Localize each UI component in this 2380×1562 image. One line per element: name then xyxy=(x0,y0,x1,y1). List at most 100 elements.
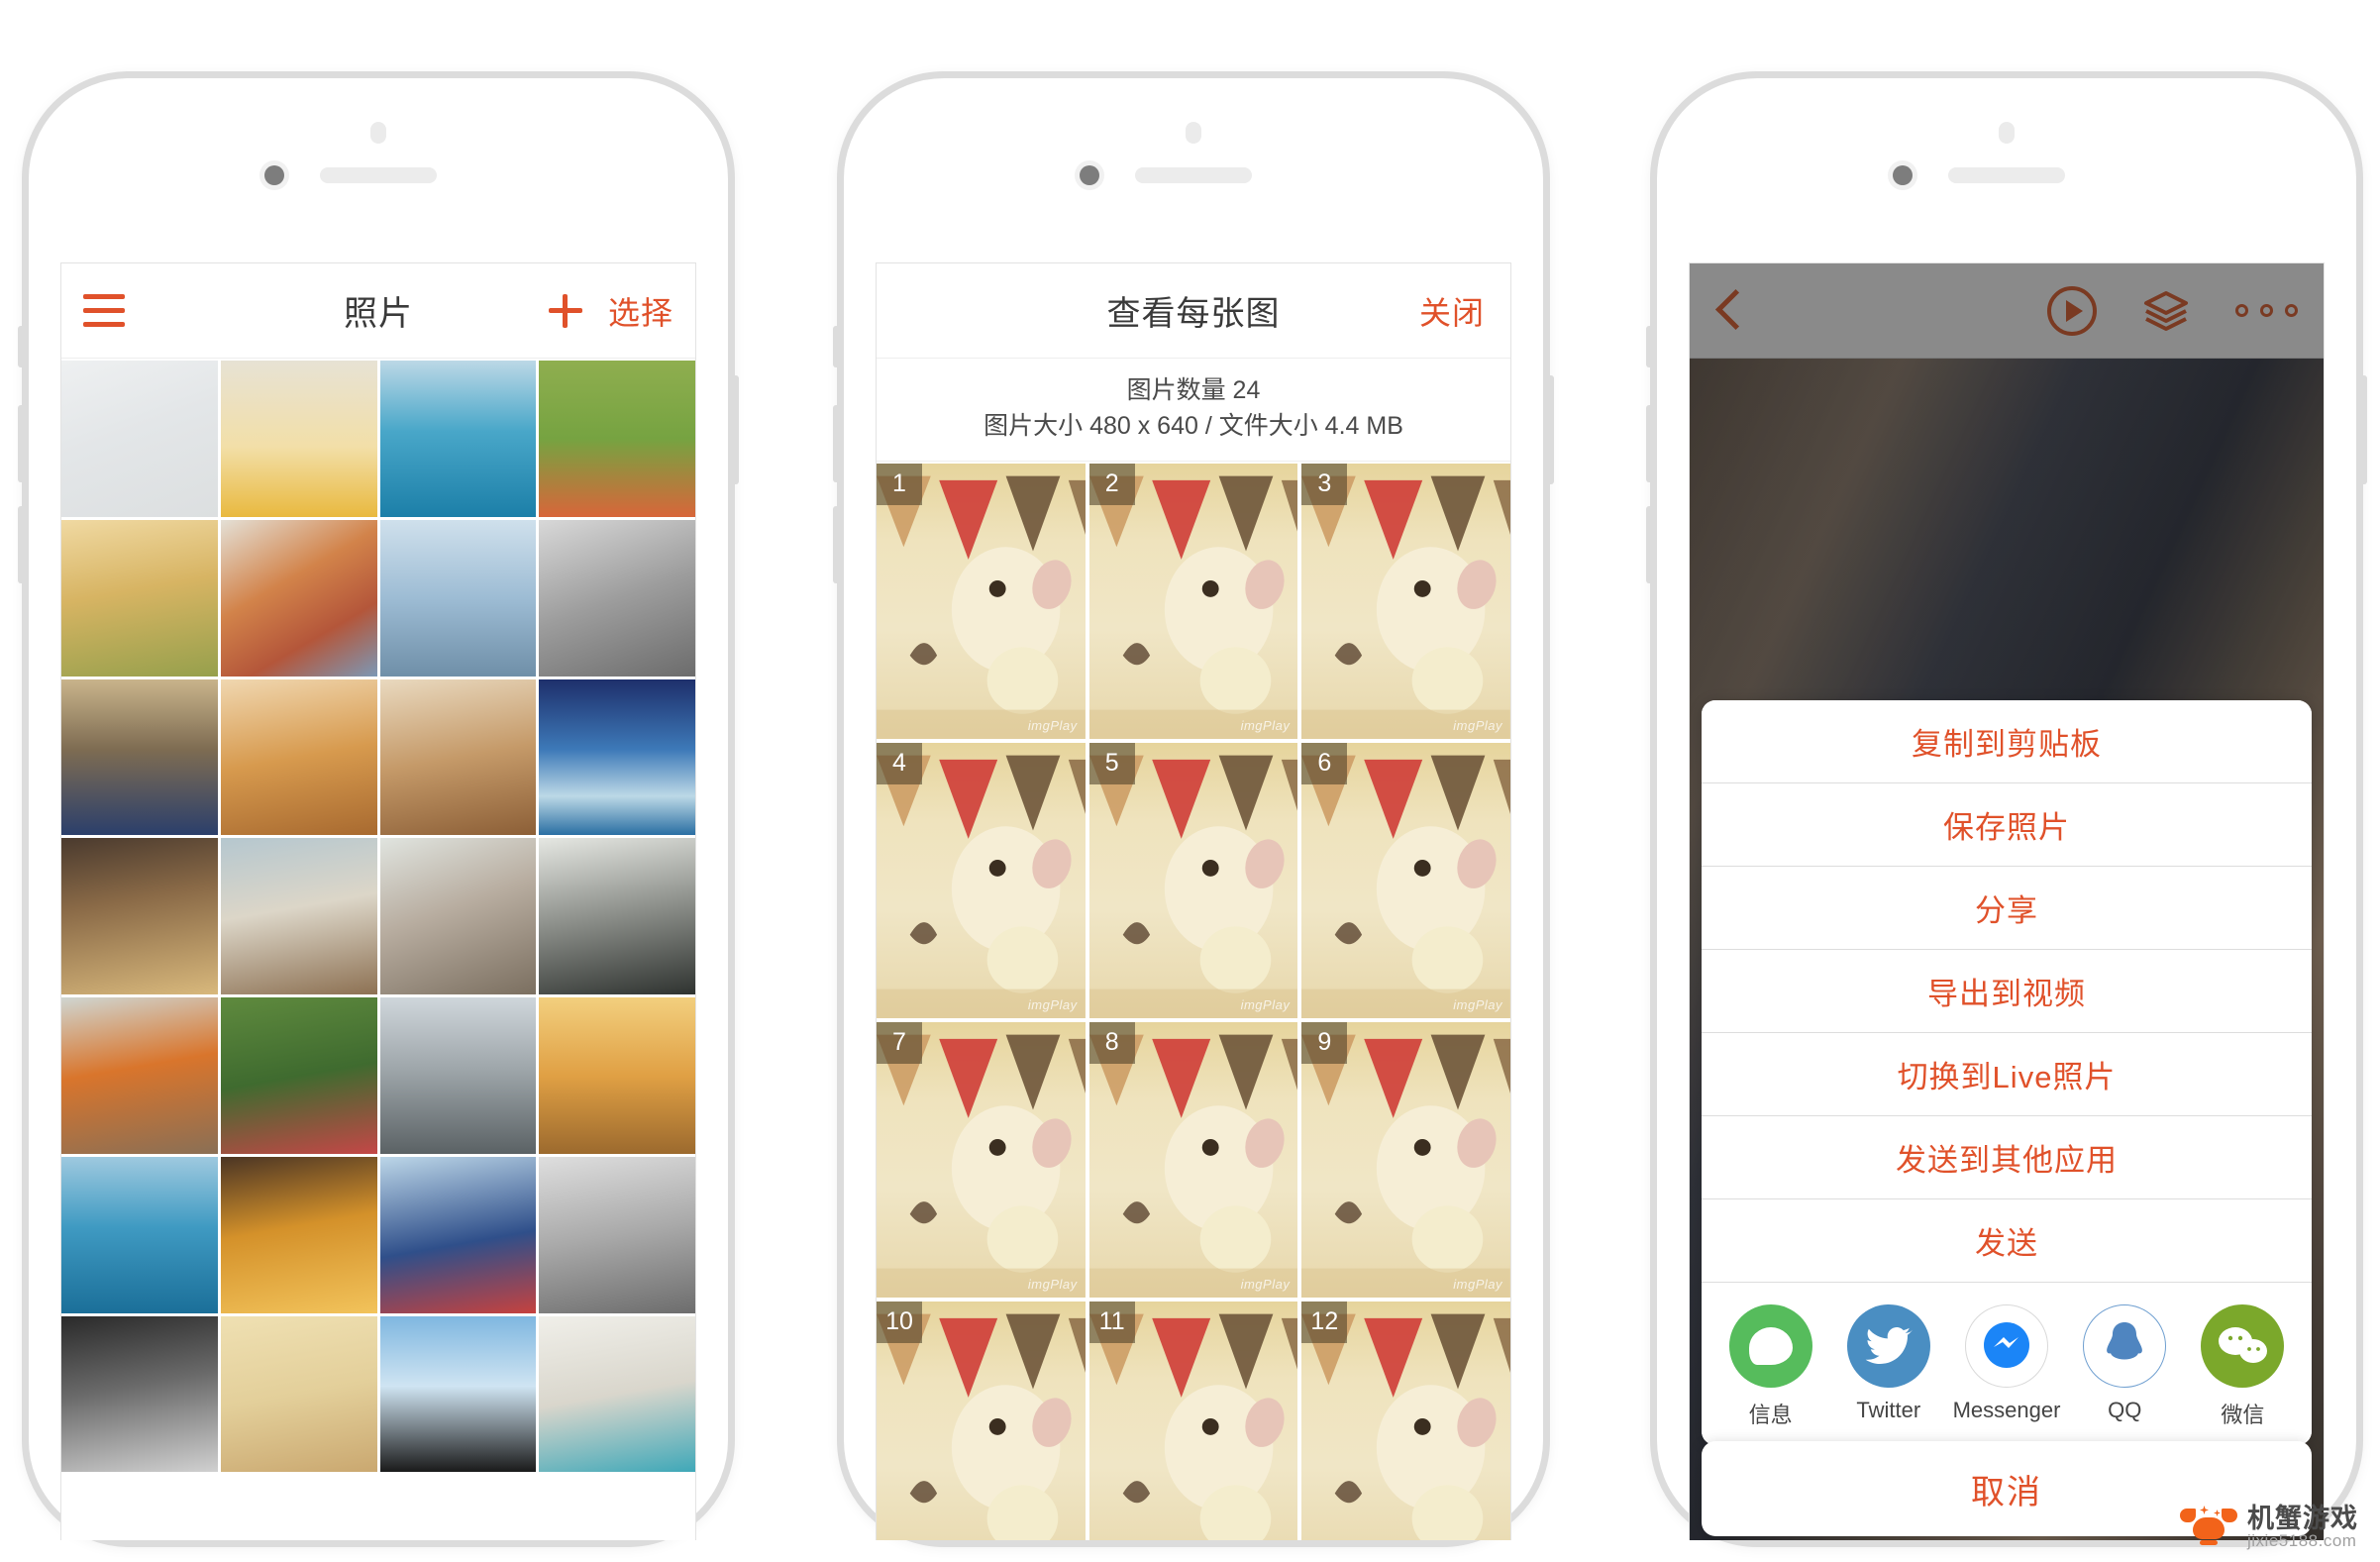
frame-number-badge: 6 xyxy=(1301,742,1348,784)
twitter-icon xyxy=(1846,1304,1930,1388)
imgplay-watermark: imgPlay xyxy=(1453,1276,1502,1292)
action-sheet-item-6[interactable]: 发送到其他应用 xyxy=(1702,1116,2312,1199)
share-target-qq[interactable]: QQ xyxy=(2066,1304,2184,1423)
photo-thumbnail[interactable] xyxy=(220,997,377,1154)
photo-thumbnail[interactable] xyxy=(539,838,695,994)
photo-thumbnail[interactable] xyxy=(379,519,537,677)
frame-number-badge: 7 xyxy=(877,1021,922,1064)
photo-thumbnail[interactable] xyxy=(220,838,377,994)
heart-drawing-image xyxy=(61,361,218,517)
share-target-messenger[interactable]: Messenger xyxy=(1947,1304,2065,1423)
imgplay-watermark: imgPlay xyxy=(1240,717,1291,733)
action-sheet-item-1[interactable]: 复制到剪贴板 xyxy=(1702,700,2312,783)
photo-thumbnail[interactable] xyxy=(539,1315,695,1473)
boxing-couple-image xyxy=(379,678,537,836)
photo-thumbnail[interactable] xyxy=(61,1315,218,1473)
frame-thumbnail[interactable]: 1 imgPlay xyxy=(877,463,1086,739)
frames-navbar: 查看每张图 关闭 xyxy=(877,263,1510,359)
share-target-label: Twitter xyxy=(1856,1398,1921,1422)
photos-navbar: 照片 选择 xyxy=(61,263,695,359)
frame-thumbnail[interactable]: 5 imgPlay xyxy=(1088,742,1298,1018)
frame-number-badge: 2 xyxy=(1088,463,1135,505)
phone1-screen: 照片 选择 xyxy=(60,262,696,1540)
chevron-left-icon[interactable] xyxy=(1715,287,1745,335)
football-players-image xyxy=(539,361,695,517)
close-button[interactable]: 关闭 xyxy=(1419,288,1485,334)
photo-thumbnail[interactable] xyxy=(539,997,695,1154)
frame-number-badge: 8 xyxy=(1088,1021,1135,1064)
frame-thumbnail[interactable]: 10imgPlay xyxy=(877,1301,1086,1540)
action-sheet-item-5[interactable]: 切换到Live照片 xyxy=(1702,1033,2312,1116)
photo-thumbnail[interactable] xyxy=(61,519,218,677)
frame-thumbnail[interactable]: 11imgPlay xyxy=(1088,1301,1298,1540)
photo-grid xyxy=(61,359,695,1473)
editor-toolbar xyxy=(1690,263,2324,359)
action-sheet-item-3[interactable]: 分享 xyxy=(1702,867,2312,950)
frame-thumbnail[interactable]: 6 imgPlay xyxy=(1301,742,1510,1018)
share-target-wechat[interactable]: 微信 xyxy=(2184,1304,2302,1429)
select-button[interactable]: 选择 xyxy=(608,288,673,334)
imgplay-watermark: imgPlay xyxy=(1240,996,1291,1012)
photo-thumbnail[interactable] xyxy=(539,519,695,677)
earpiece-speaker xyxy=(1135,167,1252,183)
frame-thumbnail[interactable]: 3 imgPlay xyxy=(1301,463,1510,739)
photo-thumbnail[interactable] xyxy=(61,838,218,994)
frame-thumbnail[interactable]: 2 imgPlay xyxy=(1088,463,1298,739)
plus-icon[interactable] xyxy=(548,293,582,328)
imgplay-watermark: imgPlay xyxy=(1027,996,1078,1012)
fitness-man-image xyxy=(539,1315,695,1473)
frame-thumbnail[interactable]: 8 imgPlay xyxy=(1088,1021,1298,1298)
share-target-label: Messenger xyxy=(1952,1398,2061,1422)
cookies-flour-image xyxy=(61,838,218,994)
more-dots-icon[interactable] xyxy=(2235,304,2298,317)
jumping-silhouette-image xyxy=(220,361,377,517)
wechat-icon xyxy=(2201,1304,2285,1388)
screenshot-stage: 照片 选择 查看每张图 关闭 图片数量 24 图片大小 480 x 640 / … xyxy=(0,0,2380,1562)
proximity-sensor xyxy=(370,122,386,144)
photo-thumbnail[interactable] xyxy=(61,361,218,517)
share-target-twitter[interactable]: Twitter xyxy=(1829,1304,1947,1423)
hamburger-icon[interactable] xyxy=(83,294,125,327)
photo-thumbnail[interactable] xyxy=(379,1315,537,1473)
frame-thumbnail[interactable]: 9 imgPlay xyxy=(1301,1021,1510,1298)
photo-thumbnail[interactable] xyxy=(220,1156,377,1313)
action-sheet-item-4[interactable]: 导出到视频 xyxy=(1702,950,2312,1033)
photo-thumbnail[interactable] xyxy=(61,678,218,836)
photo-thumbnail[interactable] xyxy=(379,361,537,517)
frame-thumbnail[interactable]: 12imgPlay xyxy=(1301,1301,1510,1540)
frame-number-badge: 12 xyxy=(1301,1301,1348,1343)
photo-thumbnail[interactable] xyxy=(220,361,377,517)
frame-number-badge: 1 xyxy=(877,463,922,505)
photo-thumbnail[interactable] xyxy=(220,1315,377,1473)
photo-thumbnail[interactable] xyxy=(220,519,377,677)
photo-thumbnail[interactable] xyxy=(539,1156,695,1313)
child-autumn-image xyxy=(61,519,218,677)
photo-thumbnail[interactable] xyxy=(61,1156,218,1313)
imgplay-watermark: imgPlay xyxy=(1027,717,1078,733)
diver-splash-image xyxy=(379,361,537,517)
photo-thumbnail[interactable] xyxy=(379,838,537,994)
photo-thumbnail[interactable] xyxy=(379,678,537,836)
power-button xyxy=(2362,375,2367,484)
image-count-label: 图片数量 24 xyxy=(1126,376,1261,404)
photo-thumbnail[interactable] xyxy=(539,361,695,517)
photo-thumbnail[interactable] xyxy=(539,678,695,836)
frame-thumbnail[interactable]: 7 imgPlay xyxy=(877,1021,1086,1298)
play-circle-icon[interactable] xyxy=(2047,285,2097,336)
action-sheet-item-2[interactable]: 保存照片 xyxy=(1702,783,2312,867)
ginger-kitten-image xyxy=(220,678,377,836)
phone3-screen: 复制到剪贴板 保存照片 分享 导出到视频 切换到Live照片 发送到其他应用 发送 信息 Tw… xyxy=(1689,262,2325,1540)
photo-thumbnail[interactable] xyxy=(379,997,537,1154)
frame-thumbnail[interactable]: 4 imgPlay xyxy=(877,742,1086,1018)
french-bulldog-image xyxy=(539,838,695,994)
photo-thumbnail[interactable] xyxy=(379,1156,537,1313)
share-target-messages[interactable]: 信息 xyxy=(1711,1304,1829,1429)
layers-icon[interactable] xyxy=(2140,287,2192,335)
action-sheet-item-7[interactable]: 发送 xyxy=(1702,1199,2312,1283)
jack-russell-image xyxy=(220,838,377,994)
earpiece-speaker xyxy=(1948,167,2065,183)
basketball-dunk-image xyxy=(61,678,218,836)
photo-thumbnail[interactable] xyxy=(220,678,377,836)
photo-thumbnail[interactable] xyxy=(61,997,218,1154)
orange-juice-splash-image xyxy=(220,1156,377,1313)
